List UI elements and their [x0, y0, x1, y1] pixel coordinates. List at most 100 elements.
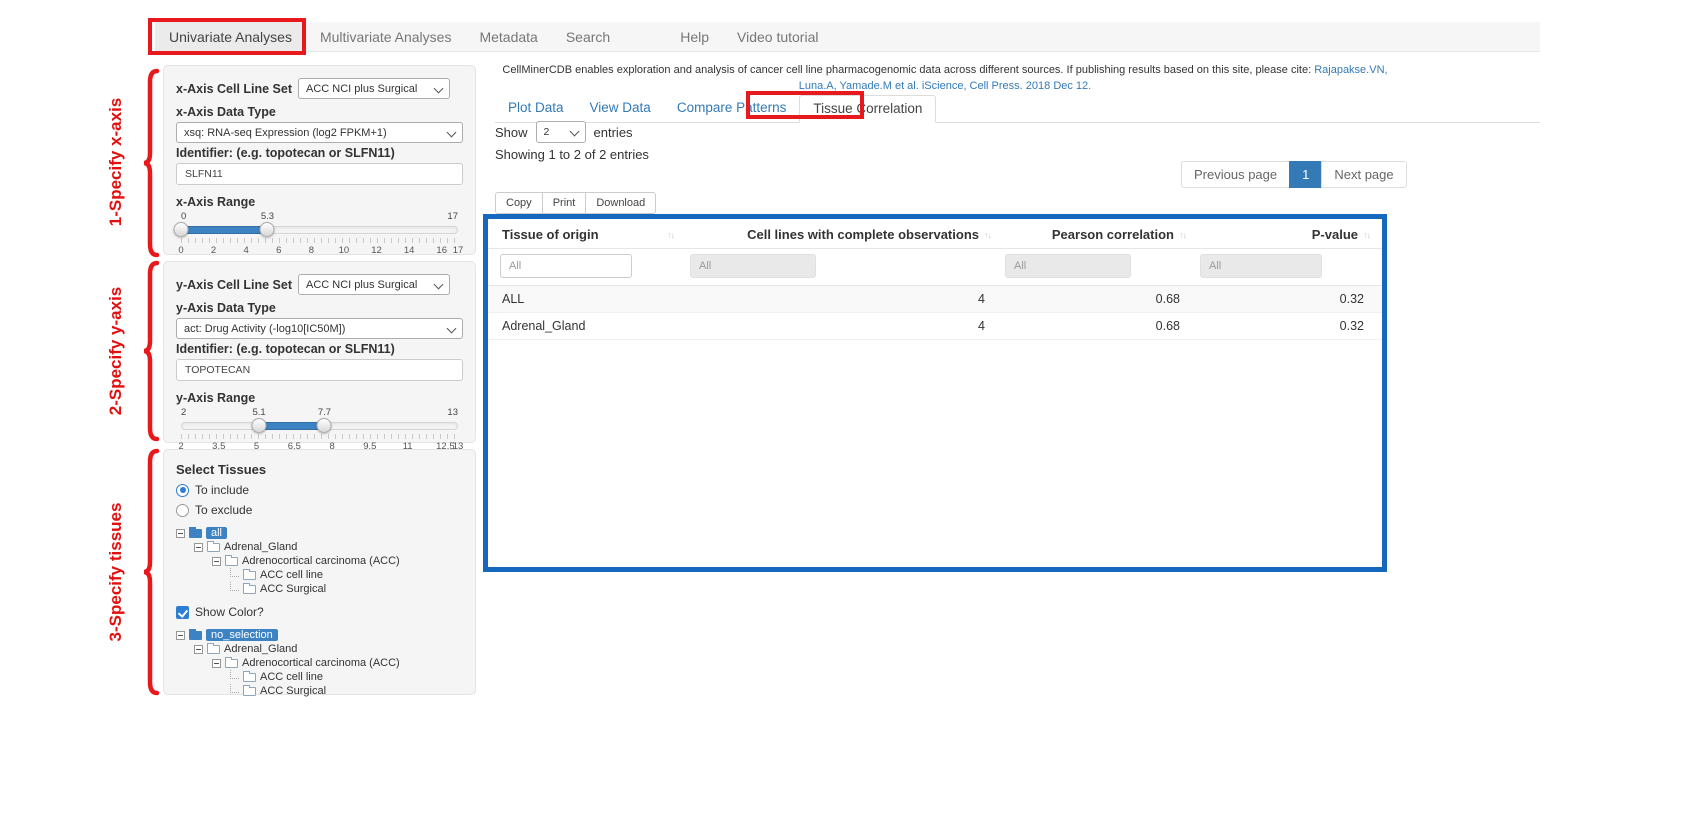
collapse-icon[interactable]	[176, 529, 185, 538]
sort-icon[interactable]: ↑↓	[1179, 230, 1186, 240]
y-cell-line-set-value: ACC NCI plus Surgical	[306, 279, 417, 291]
download-button[interactable]: Download	[585, 192, 656, 214]
description-text: CellMinerCDB enables exploration and ana…	[502, 64, 1314, 76]
column-label: P-value	[1312, 227, 1358, 242]
tree-node-no-selection[interactable]: no_selection	[176, 628, 463, 642]
tree-node-acc-surgical[interactable]: ACC Surgical	[176, 582, 463, 596]
entries-value: 2	[544, 126, 550, 138]
y-data-type-select[interactable]: act: Drug Activity (-log10[IC50M])	[176, 318, 463, 339]
y-range-handle-low[interactable]	[252, 418, 267, 433]
cell-tissue: ALL	[488, 292, 678, 306]
tab-plot-data[interactable]: Plot Data	[495, 95, 577, 122]
tree-node-acc-cell-line[interactable]: ACC cell line	[176, 568, 463, 582]
column-header-pearson-correlation[interactable]: Pearson correlation ↑↓	[993, 227, 1188, 242]
column-header-tissue-of-origin[interactable]: Tissue of origin ↑↓	[488, 227, 678, 242]
collapse-icon[interactable]	[212, 659, 221, 668]
show-color-checkbox-row[interactable]: Show Color?	[176, 605, 463, 619]
page-number-button[interactable]: 1	[1289, 161, 1322, 188]
sort-icon[interactable]: ↑↓	[1363, 230, 1370, 240]
nav-item-multivariate-analyses[interactable]: Multivariate Analyses	[306, 22, 466, 51]
y-range-slider[interactable]: 2 5.1 7.7 13 2 3.5 5 6.5 8 9.5 11 12.5 1…	[181, 407, 458, 453]
cell-p-value: 0.32	[1188, 319, 1372, 333]
tree-node-label: ACC Surgical	[260, 583, 326, 595]
x-range-label: x-Axis Range	[176, 195, 463, 209]
filter-input-pearson[interactable]	[1005, 254, 1131, 278]
tab-view-data[interactable]: View Data	[577, 95, 664, 122]
filter-input-p-value[interactable]	[1200, 254, 1322, 278]
folder-icon	[189, 529, 202, 538]
x-data-type-value: xsq: RNA-seq Expression (log2 FPKM+1)	[184, 127, 387, 139]
y-range-handle-high[interactable]	[317, 418, 332, 433]
x-range-high-value: 5.3	[261, 211, 274, 222]
nav-item-search[interactable]: Search	[552, 22, 624, 51]
export-buttons: Copy Print Download	[495, 192, 656, 214]
cell-pearson: 0.68	[993, 319, 1188, 333]
x-cell-line-set-label: x-Axis Cell Line Set	[176, 82, 292, 96]
x-range-tick: 8	[309, 245, 314, 256]
entries-label: entries	[594, 125, 633, 140]
x-axis-panel: x-Axis Cell Line Set ACC NCI plus Surgic…	[163, 65, 476, 255]
x-range-tick: 2	[211, 245, 216, 256]
next-page-button[interactable]: Next page	[1321, 161, 1406, 188]
tree-node-label: Adrenal_Gland	[224, 643, 297, 655]
x-range-tick: 14	[404, 245, 415, 256]
tree-node-adrenal-gland[interactable]: Adrenal_Gland	[176, 642, 463, 656]
radio-to-exclude[interactable]: To exclude	[176, 503, 463, 517]
column-header-cell-lines[interactable]: Cell lines with complete observations ↑↓	[678, 227, 993, 242]
x-range-slider[interactable]: 0 5.3 17 0 2 4 6 8 10 12 14 16 17	[181, 211, 458, 257]
folder-icon	[207, 645, 220, 654]
collapse-icon[interactable]	[176, 631, 185, 640]
cell-cell-lines: 4	[678, 292, 993, 306]
y-range-min-value: 2	[181, 407, 186, 418]
nav-item-metadata[interactable]: Metadata	[465, 22, 551, 51]
tab-compare-patterns[interactable]: Compare Patterns	[664, 95, 800, 122]
pagination: Previous page 1 Next page	[1181, 161, 1407, 188]
x-data-type-select[interactable]: xsq: RNA-seq Expression (log2 FPKM+1)	[176, 122, 463, 143]
y-cell-line-set-select[interactable]: ACC NCI plus Surgical	[298, 274, 450, 295]
tree-node-acc-cell-line[interactable]: ACC cell line	[176, 670, 463, 684]
x-range-tick: 6	[276, 245, 281, 256]
cell-tissue: Adrenal_Gland	[488, 319, 678, 333]
tree-node-acc[interactable]: Adrenocortical carcinoma (ACC)	[176, 656, 463, 670]
collapse-icon[interactable]	[212, 557, 221, 566]
tree-node-label: Adrenocortical carcinoma (ACC)	[242, 555, 400, 567]
tree-node-all[interactable]: all	[176, 526, 463, 540]
filter-input-cell-lines[interactable]	[690, 254, 816, 278]
show-label: Show	[495, 125, 528, 140]
folder-icon	[243, 585, 256, 594]
table-row: Adrenal_Gland 4 0.68 0.32	[488, 313, 1382, 340]
x-cell-line-set-select[interactable]: ACC NCI plus Surgical	[298, 78, 450, 99]
x-range-handle-low[interactable]	[174, 222, 189, 237]
nav-item-univariate-analyses[interactable]: Univariate Analyses	[155, 22, 306, 51]
show-color-label: Show Color?	[195, 605, 264, 619]
column-header-p-value[interactable]: P-value ↑↓	[1188, 227, 1372, 242]
y-data-type-value: act: Drug Activity (-log10[IC50M])	[184, 323, 345, 335]
y-axis-panel: y-Axis Cell Line Set ACC NCI plus Surgic…	[163, 261, 476, 443]
nav-item-help[interactable]: Help	[666, 22, 723, 51]
collapse-icon[interactable]	[194, 543, 203, 552]
sort-icon[interactable]: ↑↓	[984, 230, 991, 240]
previous-page-button[interactable]: Previous page	[1181, 161, 1290, 188]
result-tabs: Plot Data View Data Compare Patterns Tis…	[495, 95, 1540, 123]
sort-icon[interactable]: ↑↓	[667, 230, 674, 240]
tree-connector	[230, 582, 239, 591]
nav-item-video-tutorial[interactable]: Video tutorial	[723, 22, 832, 51]
tree-node-acc-surgical[interactable]: ACC Surgical	[176, 684, 463, 698]
tree-node-acc[interactable]: Adrenocortical carcinoma (ACC)	[176, 554, 463, 568]
x-range-tick: 0	[178, 245, 183, 256]
table-header-row: Tissue of origin ↑↓ Cell lines with comp…	[488, 219, 1382, 249]
entries-select[interactable]: 2	[536, 121, 586, 143]
copy-button[interactable]: Copy	[495, 192, 543, 214]
y-identifier-input[interactable]	[176, 359, 463, 381]
collapse-icon[interactable]	[194, 645, 203, 654]
tab-tissue-correlation[interactable]: Tissue Correlation	[799, 95, 936, 123]
tree-node-label: Adrenocortical carcinoma (ACC)	[242, 657, 400, 669]
column-label: Tissue of origin	[502, 227, 599, 242]
radio-to-include[interactable]: To include	[176, 483, 463, 497]
x-range-handle-high[interactable]	[260, 222, 275, 237]
print-button[interactable]: Print	[542, 192, 587, 214]
filter-input-tissue[interactable]	[500, 254, 632, 278]
tree-node-adrenal-gland[interactable]: Adrenal_Gland	[176, 540, 463, 554]
x-identifier-input[interactable]	[176, 163, 463, 185]
x-range-low-value: 0	[181, 211, 186, 222]
